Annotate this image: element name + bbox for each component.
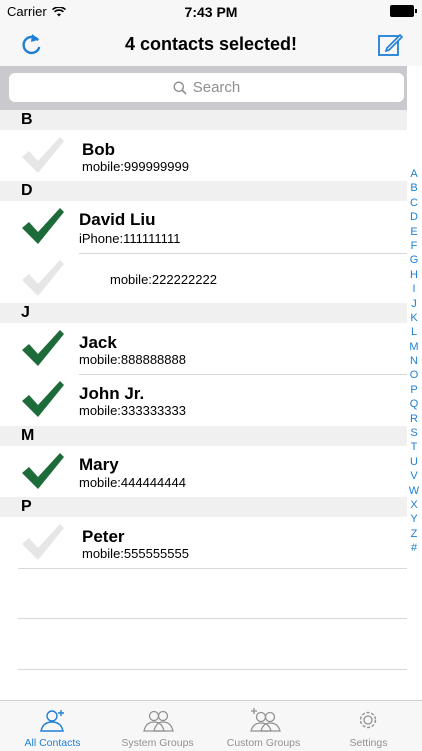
contact-name: Bob [82, 140, 116, 159]
group-icon [143, 710, 174, 732]
checkmark-icon[interactable] [18, 204, 66, 248]
contact-name: David Liu [79, 210, 156, 229]
section-header-d: D [0, 181, 407, 201]
index-letter[interactable]: X [407, 498, 421, 512]
section-header-j: J [0, 303, 407, 323]
index-letter[interactable]: G [407, 253, 421, 267]
section-header-p: P [0, 497, 407, 517]
contact-number: mobile:333333333 [79, 403, 186, 418]
index-letter[interactable]: N [407, 354, 421, 368]
index-letter[interactable]: S [407, 426, 421, 440]
tab-system-groups[interactable]: System Groups [105, 701, 210, 751]
row-divider [79, 253, 407, 254]
contact-name: Peter [82, 527, 125, 546]
unchecked-mark-icon[interactable] [18, 520, 66, 564]
index-letter[interactable]: E [407, 225, 421, 239]
index-letter[interactable]: P [407, 383, 421, 397]
index-letter[interactable]: # [407, 541, 421, 555]
checkmark-icon[interactable] [18, 377, 66, 421]
unchecked-mark-icon[interactable] [18, 133, 66, 177]
page-title: 4 contacts selected! [124, 34, 298, 54]
row-divider [18, 669, 407, 670]
row-divider [18, 618, 407, 619]
tab-custom-groups[interactable]: Custom Groups [211, 701, 316, 751]
index-letter[interactable]: L [407, 325, 421, 339]
nav-bar: 4 contacts selected! [0, 22, 422, 66]
battery-icon [390, 5, 417, 17]
section-letter: B [21, 111, 33, 128]
index-letter[interactable]: O [407, 368, 421, 382]
unchecked-mark-icon[interactable] [18, 256, 66, 300]
search-icon [173, 81, 187, 95]
search-placeholder: Search [192, 79, 241, 96]
compose-icon[interactable] [376, 30, 404, 58]
contact-name: John Jr. [79, 384, 145, 403]
index-letter[interactable]: D [407, 210, 421, 224]
row-divider [79, 374, 407, 375]
search-input[interactable]: Search [9, 73, 404, 102]
tab-all-contacts[interactable]: All Contacts [0, 701, 105, 751]
section-letter: P [21, 498, 32, 515]
index-letter[interactable]: U [407, 455, 421, 469]
row-divider [18, 568, 407, 569]
contact-name: Mary [79, 455, 119, 474]
contact-number: mobile:999999999 [82, 159, 189, 174]
gear-icon [359, 711, 377, 729]
tab-label: Custom Groups [226, 737, 301, 749]
contact-number: mobile:222222222 [110, 272, 217, 287]
status-time: 7:43 PM [184, 4, 238, 20]
index-letter[interactable]: I [407, 282, 421, 296]
index-letter[interactable]: Q [407, 397, 421, 411]
tab-label: All Contacts [24, 737, 81, 749]
index-letter[interactable]: Y [407, 512, 421, 526]
section-index-bar[interactable]: A B C D E F G H I J K L M N O P Q R S T U V W X Y Z # [407, 167, 421, 556]
contact-number: mobile:555555555 [82, 546, 189, 561]
search-bar: Search [0, 66, 407, 110]
contact-name: Jack [79, 333, 117, 352]
tab-label: System Groups [121, 737, 194, 749]
index-letter[interactable]: C [407, 196, 421, 210]
section-header-m: M [0, 426, 407, 446]
section-letter: J [21, 304, 30, 321]
index-letter[interactable]: K [407, 311, 421, 325]
status-bar: Carrier 7:43 PM [0, 0, 422, 22]
tab-bar: All Contacts System Groups Custom Groups… [0, 700, 422, 751]
section-header-b: B [0, 110, 407, 130]
index-letter[interactable]: J [407, 297, 421, 311]
section-letter: M [21, 427, 35, 444]
add-group-icon [250, 708, 281, 732]
index-letter[interactable]: A [407, 167, 421, 181]
section-letter: D [21, 182, 33, 199]
status-right [390, 5, 417, 17]
contact-number: mobile:444444444 [79, 475, 186, 490]
index-letter[interactable]: M [407, 340, 421, 354]
people-icon [40, 710, 64, 732]
index-letter[interactable]: V [407, 469, 421, 483]
tab-settings[interactable]: Settings [316, 701, 421, 751]
contact-number: mobile:888888888 [79, 352, 186, 367]
checkmark-icon[interactable] [18, 326, 66, 370]
contact-number: iPhone:111111111 [79, 231, 181, 246]
index-letter[interactable]: R [407, 412, 421, 426]
index-letter[interactable]: W [407, 484, 421, 498]
checkmark-icon[interactable] [18, 449, 66, 493]
index-letter[interactable]: F [407, 239, 421, 253]
index-letter[interactable]: H [407, 268, 421, 282]
tab-label: Settings [349, 737, 388, 749]
index-letter[interactable]: Z [407, 527, 421, 541]
index-letter[interactable]: B [407, 181, 421, 195]
index-letter[interactable]: T [407, 440, 421, 454]
